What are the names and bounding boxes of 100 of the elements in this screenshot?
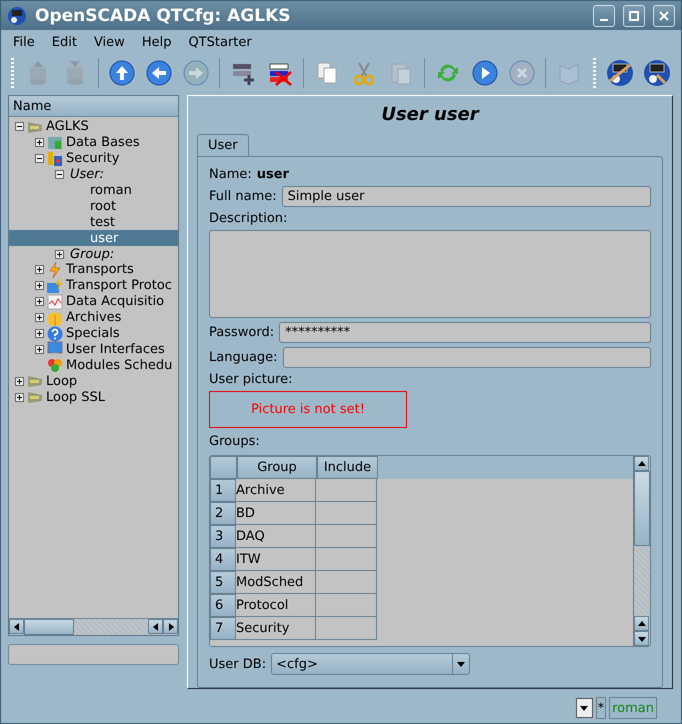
menu-item[interactable]: File (5, 34, 44, 50)
field-label: Password: (209, 325, 274, 340)
tree-item[interactable]: Transport Protoc (66, 278, 172, 294)
maximize-button[interactable] (623, 4, 645, 26)
arrow-icon (12, 622, 22, 632)
tab[interactable]: User (197, 134, 249, 156)
tree-item[interactable]: User: (70, 167, 104, 182)
vertical-scrollbar[interactable] (633, 456, 650, 646)
table-cell (316, 617, 377, 640)
minimize-button[interactable] (593, 4, 615, 26)
tree-item[interactable]: Transports (66, 262, 134, 278)
tree-item[interactable]: AGLKS (46, 119, 89, 134)
maximize-icon (629, 10, 639, 20)
table-cell: BD (236, 502, 316, 525)
input-field[interactable]: Simple user (282, 186, 651, 207)
play-icon (472, 60, 498, 86)
field-label: Language: (209, 350, 278, 365)
scissors-icon (352, 60, 376, 86)
expand-icon[interactable] (35, 297, 44, 306)
tree-item[interactable]: Loop (46, 374, 78, 389)
field-label: Full name: (209, 189, 277, 204)
menu-item[interactable]: QTStarter (180, 34, 261, 50)
menu-item[interactable]: View (86, 34, 134, 50)
tree-item[interactable]: roman (90, 183, 132, 198)
row-header: 7 (210, 617, 236, 640)
tree-item[interactable]: Data Acquisitio (66, 294, 164, 310)
monitor-icon (47, 341, 63, 358)
input-field[interactable] (8, 644, 179, 665)
row-header: 3 (210, 525, 236, 548)
arrow-icon (636, 458, 646, 468)
table-cell: Protocol (236, 594, 316, 617)
row-header: 2 (210, 502, 236, 525)
tree-item[interactable]: test (90, 214, 115, 230)
tree-item[interactable]: Loop SSL (46, 390, 106, 405)
row-header: 1 (210, 479, 236, 502)
tree-item[interactable]: Archives (66, 310, 122, 326)
expand-icon[interactable] (35, 344, 44, 354)
input-field[interactable] (282, 347, 651, 368)
table-cell: DAQ (236, 525, 316, 548)
expand-icon[interactable] (35, 329, 44, 338)
tree-item[interactable]: Specials (66, 326, 120, 342)
chart-icon (47, 294, 63, 310)
field-label: Name: (209, 167, 252, 182)
menu-item[interactable]: Help (134, 34, 180, 50)
expand-icon[interactable] (15, 392, 24, 402)
database-icon (28, 60, 48, 86)
user-indicator: roman (609, 697, 657, 719)
expand-icon[interactable] (35, 281, 44, 290)
tree-item[interactable]: root (90, 198, 116, 214)
table-cell (316, 525, 377, 548)
page-title: User user (380, 103, 480, 127)
expand-icon[interactable] (55, 250, 64, 259)
tree-item[interactable]: Modules Schedu (66, 358, 172, 373)
row-header: 6 (210, 594, 236, 617)
close-icon (659, 10, 669, 20)
table-cell: ModSched (236, 571, 316, 594)
dropdown-button[interactable] (576, 698, 593, 718)
tool-icon (606, 59, 634, 87)
tree-item[interactable]: Data Bases (66, 135, 140, 150)
menu-item[interactable]: Edit (44, 34, 86, 50)
name-value: user (256, 167, 289, 182)
app-icon (7, 6, 27, 26)
tree-item[interactable]: Security (66, 151, 120, 166)
modules-icon (47, 357, 63, 374)
collapse-icon[interactable] (35, 154, 44, 164)
collapse-icon[interactable] (15, 122, 24, 132)
caret-icon (456, 659, 466, 669)
expand-icon[interactable] (35, 265, 44, 274)
column-header[interactable]: Group (237, 456, 317, 479)
table-cell: Security (236, 617, 316, 640)
table-cell (316, 548, 377, 571)
collapse-icon[interactable] (55, 170, 64, 180)
help-icon (47, 326, 63, 342)
field-label: Description: (209, 211, 288, 226)
expand-icon[interactable] (15, 376, 24, 386)
stop-icon (509, 60, 535, 86)
tool-icon (643, 59, 671, 87)
row-header: 5 (210, 571, 236, 594)
lightning-icon (47, 262, 63, 278)
column-header[interactable]: Include (317, 456, 378, 479)
close-button[interactable] (653, 4, 675, 26)
horizontal-scrollbar[interactable] (9, 618, 178, 635)
window-title: OpenSCADA QTCfg: AGLKS (35, 6, 292, 26)
database-icon (65, 60, 85, 86)
tree-item[interactable]: User Interfaces (66, 342, 165, 357)
expand-icon[interactable] (35, 138, 44, 148)
row-header: 4 (210, 548, 236, 571)
tree-item[interactable]: Group: (70, 246, 114, 262)
password-field[interactable]: ********** (279, 322, 651, 343)
modified-indicator: * (596, 697, 606, 719)
tree-item[interactable]: user (90, 230, 118, 246)
dropdown[interactable]: <cfg> (271, 653, 470, 675)
folder-icon (47, 278, 63, 294)
table-cell (316, 594, 377, 617)
caret-icon (579, 703, 590, 713)
copy-icon (315, 60, 339, 86)
table-cell (316, 502, 377, 525)
keys-icon (47, 150, 63, 167)
expand-icon[interactable] (35, 313, 44, 322)
station-icon (27, 373, 43, 390)
